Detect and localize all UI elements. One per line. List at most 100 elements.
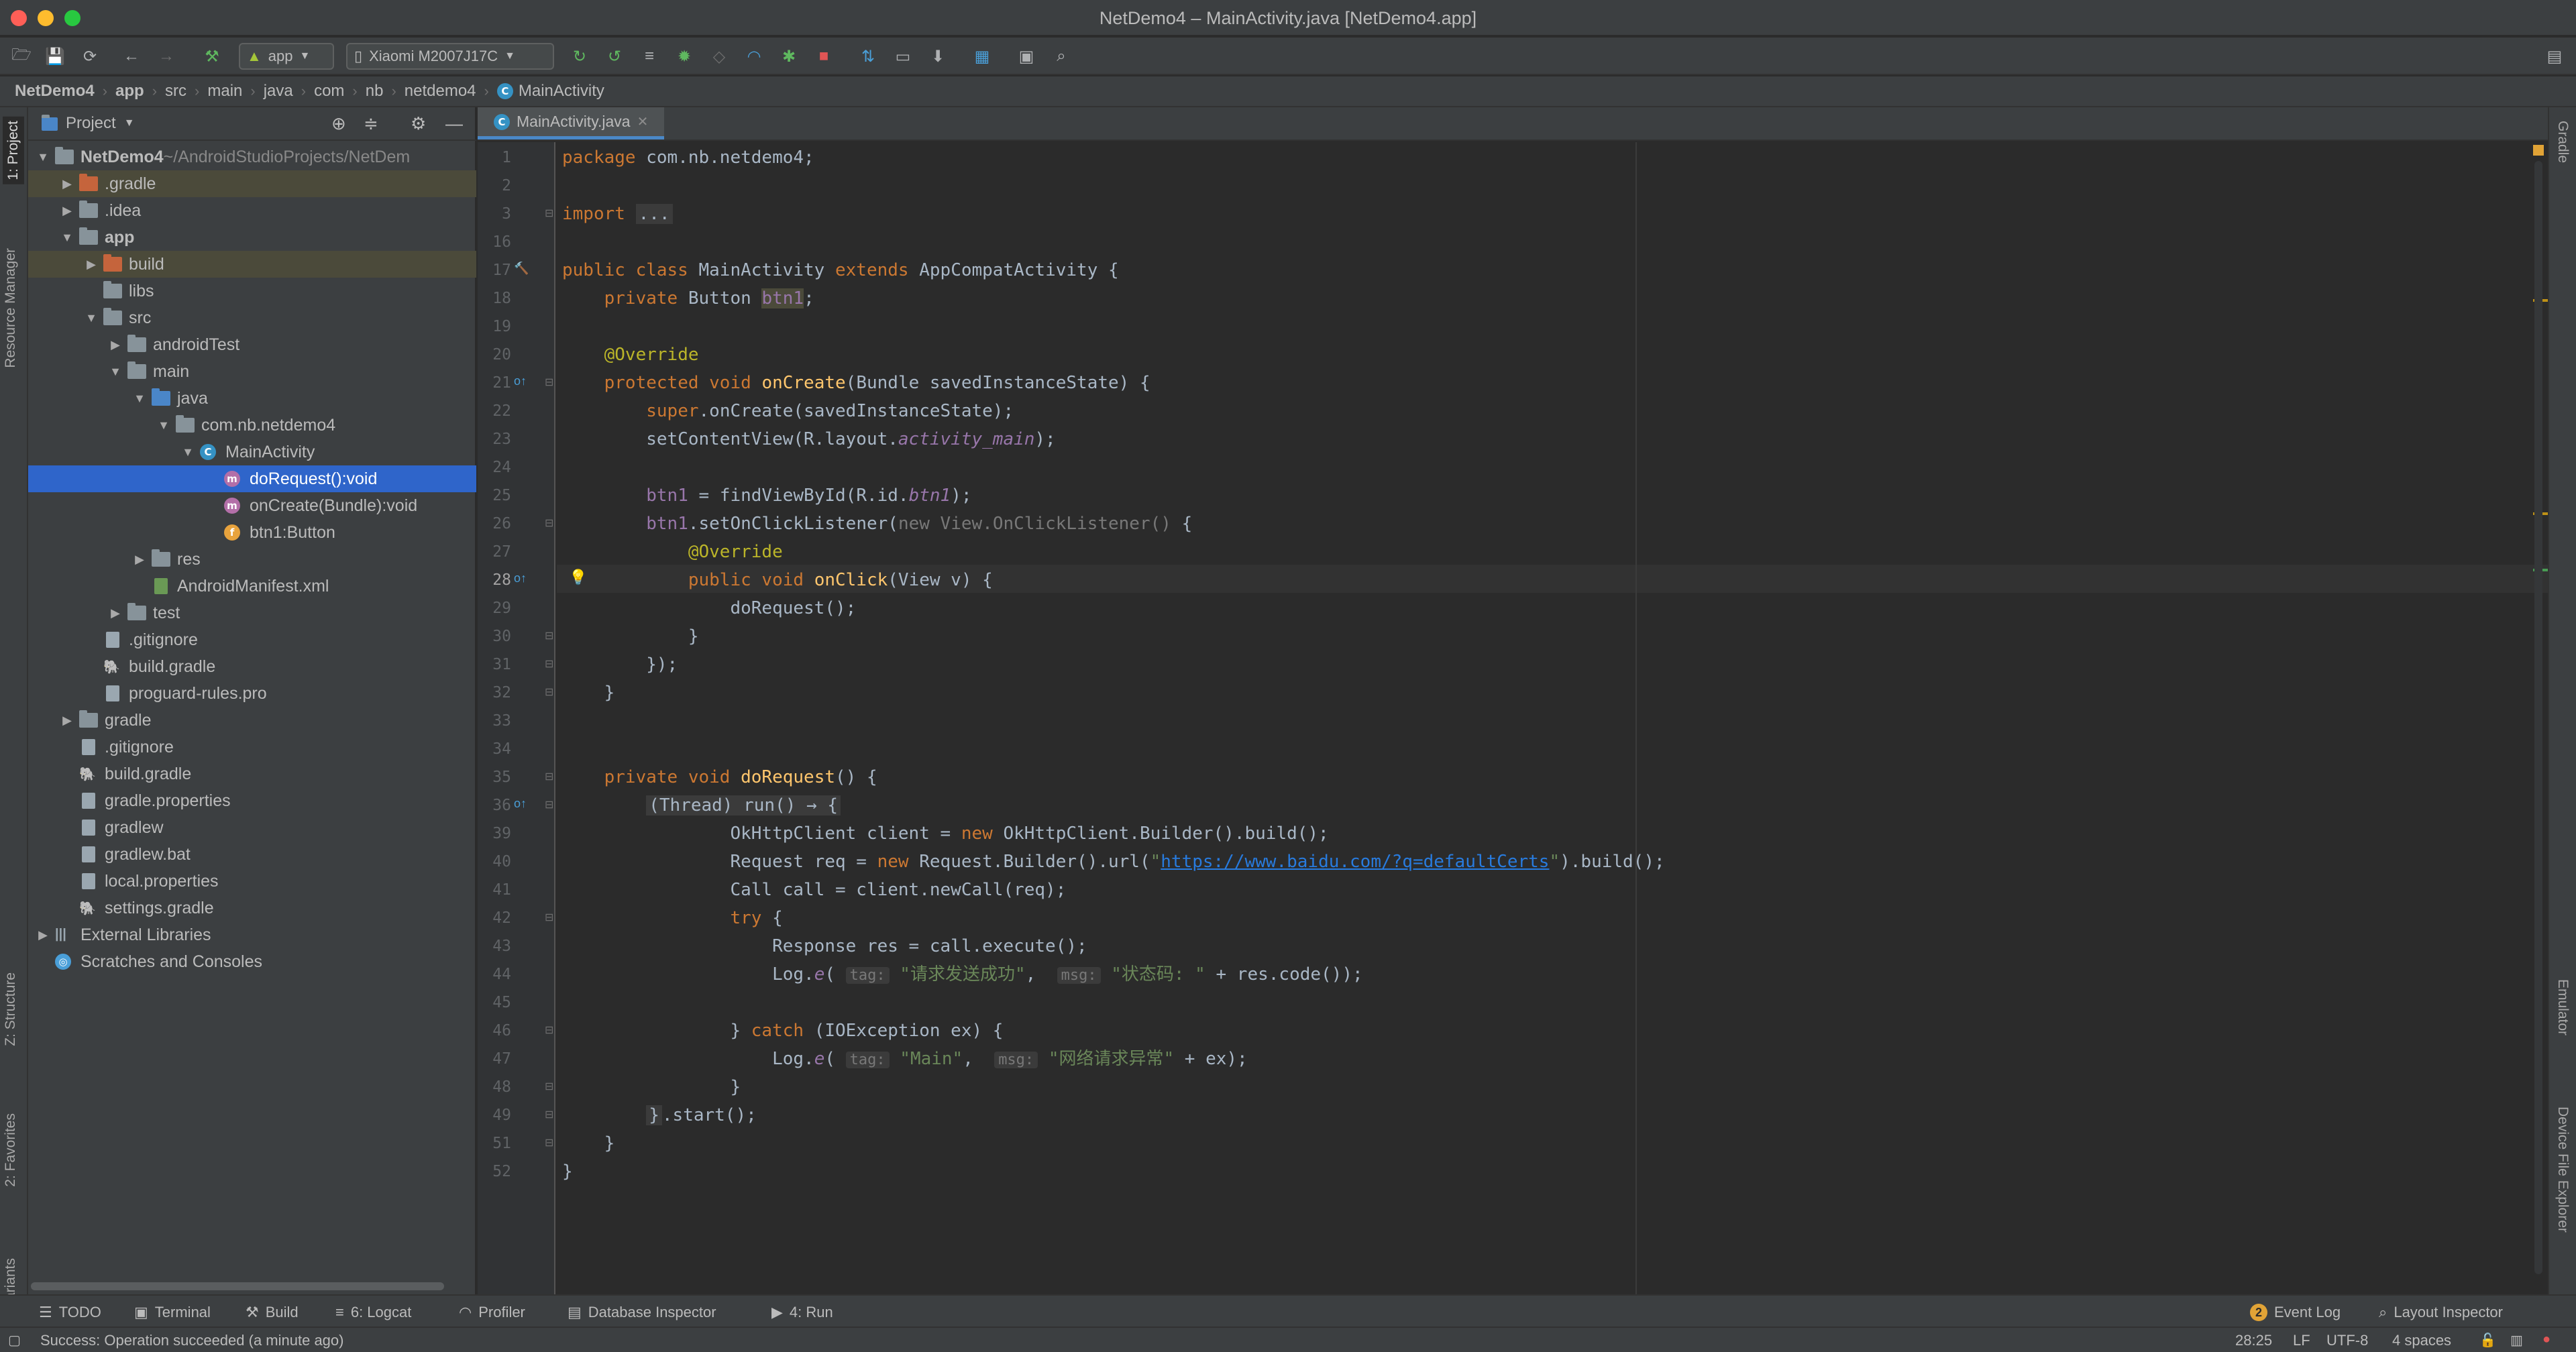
breadcrumb-item[interactable]: java › bbox=[264, 82, 314, 101]
tree-item[interactable]: gradlew.bat bbox=[28, 841, 476, 868]
line-number[interactable]: 41 bbox=[484, 881, 511, 899]
tree-item[interactable]: ▼ java bbox=[28, 385, 476, 412]
bottom-tab-profiler[interactable]: ◠ Profiler bbox=[459, 1301, 525, 1324]
project-view-selector[interactable]: Project bbox=[66, 114, 116, 133]
line-separator[interactable]: LF bbox=[2293, 1332, 2310, 1349]
breadcrumb-item[interactable]: netdemo4 › bbox=[405, 82, 497, 101]
collapse-arrow-icon[interactable]: ▶ bbox=[60, 177, 74, 191]
device-selector[interactable]: ▯ Xiaomi M2007J17C ▼ bbox=[346, 43, 554, 70]
breadcrumb-item[interactable]: main › bbox=[207, 82, 263, 101]
caret-position[interactable]: 28:25 bbox=[2235, 1332, 2272, 1349]
expand-arrow-icon[interactable]: ▼ bbox=[60, 231, 74, 245]
intention-bulb-icon[interactable]: 💡 bbox=[569, 569, 587, 586]
build-hammer-icon[interactable]: ⚒ bbox=[200, 43, 224, 70]
collapse-arrow-icon[interactable]: ▶ bbox=[109, 338, 122, 352]
line-number[interactable]: 2 bbox=[484, 177, 511, 194]
fold-marker-icon[interactable]: ⊟ bbox=[545, 629, 553, 642]
back-icon[interactable]: ← bbox=[119, 43, 144, 70]
tree-item[interactable]: ▶ build bbox=[28, 251, 476, 278]
expand-arrow-icon[interactable]: ▼ bbox=[157, 418, 170, 433]
line-number[interactable]: 25 bbox=[484, 487, 511, 504]
tree-item[interactable]: ▶ .idea bbox=[28, 197, 476, 224]
bottom-tab-event-log[interactable]: 2 Event Log bbox=[2250, 1301, 2341, 1324]
tree-item[interactable]: proguard-rules.pro bbox=[28, 680, 476, 707]
tree-item[interactable]: ▼ NetDemo4 ~/AndroidStudioProjects/NetDem bbox=[28, 144, 476, 170]
override-gutter-icon[interactable]: o↑ bbox=[514, 374, 527, 388]
locate-icon[interactable]: ⊕ bbox=[331, 113, 346, 134]
tool-tab-gradle[interactable]: Gradle bbox=[2555, 121, 2571, 163]
bottom-tab-layout-inspector[interactable]: ⌕ Layout Inspector bbox=[2379, 1301, 2503, 1324]
tool-tab-favorites[interactable]: 2: Favorites bbox=[3, 1113, 19, 1187]
stop-icon[interactable]: ■ bbox=[812, 43, 836, 70]
status-toggle-icon[interactable]: ▢ bbox=[8, 1332, 21, 1349]
breadcrumb-item[interactable]: com › bbox=[314, 82, 366, 101]
breadcrumb-item[interactable]: C MainActivity bbox=[496, 82, 604, 101]
line-number[interactable]: 19 bbox=[484, 318, 511, 335]
tree-item[interactable]: ▼ src bbox=[28, 304, 476, 331]
line-number[interactable]: 30 bbox=[484, 628, 511, 645]
chevron-down-icon[interactable]: ▼ bbox=[124, 117, 135, 129]
indent-setting[interactable]: 4 spaces bbox=[2392, 1332, 2451, 1349]
collapse-arrow-icon[interactable]: ▶ bbox=[60, 714, 74, 728]
sdk-manager-icon[interactable]: ⬇ bbox=[926, 43, 950, 70]
error-notification-icon[interactable]: ● bbox=[2542, 1332, 2551, 1347]
tree-item[interactable]: ▼ app bbox=[28, 224, 476, 251]
tree-item[interactable]: local.properties bbox=[28, 868, 476, 895]
fold-marker-icon[interactable]: ⊟ bbox=[545, 1136, 553, 1149]
bottom-tab-terminal[interactable]: ▣ Terminal bbox=[134, 1301, 211, 1324]
line-number[interactable]: 52 bbox=[484, 1163, 511, 1180]
module-selector[interactable]: ▲ app ▼ bbox=[239, 43, 334, 70]
line-number[interactable]: 28 bbox=[484, 571, 511, 589]
tree-item[interactable]: f btn1:Button bbox=[28, 519, 476, 546]
line-number[interactable]: 31 bbox=[484, 656, 511, 673]
line-number[interactable]: 35 bbox=[484, 769, 511, 786]
tree-item[interactable]: ◎ Scratches and Consoles bbox=[28, 948, 476, 975]
line-number[interactable]: 42 bbox=[484, 909, 511, 927]
tree-item[interactable]: gradlew bbox=[28, 814, 476, 841]
expand-arrow-icon[interactable]: ▼ bbox=[109, 365, 122, 379]
fold-marker-icon[interactable]: ⊟ bbox=[545, 376, 553, 389]
line-number[interactable]: 44 bbox=[484, 966, 511, 983]
override-gutter-icon[interactable]: o↑ bbox=[514, 797, 527, 811]
avd-manager-icon[interactable]: ▭ bbox=[891, 43, 915, 70]
override-gutter-icon[interactable]: o↑ bbox=[514, 571, 527, 585]
tree-item[interactable]: .gitignore bbox=[28, 626, 476, 653]
breadcrumb-item[interactable]: NetDemo4 › bbox=[15, 82, 115, 101]
line-number[interactable]: 51 bbox=[484, 1135, 511, 1152]
tab-mainactivity[interactable]: C MainActivity.java ✕ bbox=[478, 107, 665, 139]
tree-item[interactable]: ▶ res bbox=[28, 546, 476, 573]
tree-item[interactable]: ▶ ||| External Libraries bbox=[28, 921, 476, 948]
account-icon[interactable]: ▤ bbox=[2542, 43, 2567, 70]
bottom-tab-database-inspector[interactable]: ▤ Database Inspector bbox=[568, 1301, 716, 1324]
save-icon[interactable]: 💾 bbox=[43, 43, 67, 70]
collapse-arrow-icon[interactable]: ▶ bbox=[60, 204, 74, 218]
collapse-all-icon[interactable]: ≑ bbox=[364, 113, 378, 134]
fold-marker-icon[interactable]: ⊟ bbox=[545, 657, 553, 671]
line-number[interactable]: 40 bbox=[484, 853, 511, 870]
project-structure-icon[interactable]: ▦ bbox=[970, 43, 994, 70]
collapse-arrow-icon[interactable]: ▶ bbox=[85, 258, 98, 272]
tree-item[interactable]: m doRequest():void bbox=[28, 465, 476, 492]
profile-icon[interactable]: ◠ bbox=[742, 43, 766, 70]
horizontal-scrollbar[interactable] bbox=[31, 1282, 444, 1290]
tree-item[interactable]: ▶ androidTest bbox=[28, 331, 476, 358]
tree-item[interactable]: ▼ C MainActivity bbox=[28, 439, 476, 465]
tree-item[interactable]: 🐘 build.gradle bbox=[28, 653, 476, 680]
fold-marker-icon[interactable]: ⊟ bbox=[545, 1108, 553, 1121]
memory-indicator-icon[interactable]: ▥ bbox=[2510, 1332, 2523, 1349]
expand-arrow-icon[interactable]: ▼ bbox=[133, 392, 146, 406]
tree-item[interactable]: ▶ .gradle bbox=[28, 170, 476, 197]
tree-item[interactable]: gradle.properties bbox=[28, 787, 476, 814]
line-number[interactable]: 33 bbox=[484, 712, 511, 730]
code-editor[interactable]: package com.nb.netdemo4; import ... public… bbox=[557, 142, 2548, 1294]
collapse-arrow-icon[interactable]: ▶ bbox=[109, 606, 122, 620]
search-icon[interactable]: ⌕ bbox=[1049, 43, 1073, 70]
tree-item[interactable]: .gitignore bbox=[28, 734, 476, 760]
breadcrumb-item[interactable]: src › bbox=[165, 82, 207, 101]
fold-marker-icon[interactable]: ⊟ bbox=[545, 770, 553, 783]
line-number[interactable]: 29 bbox=[484, 600, 511, 617]
line-number[interactable]: 46 bbox=[484, 1022, 511, 1039]
settings-gear-icon[interactable]: ⚙ bbox=[411, 113, 426, 134]
sync-gradle-icon[interactable]: ⇅ bbox=[856, 43, 880, 70]
tool-tab-emulator[interactable]: Emulator bbox=[2555, 979, 2571, 1035]
